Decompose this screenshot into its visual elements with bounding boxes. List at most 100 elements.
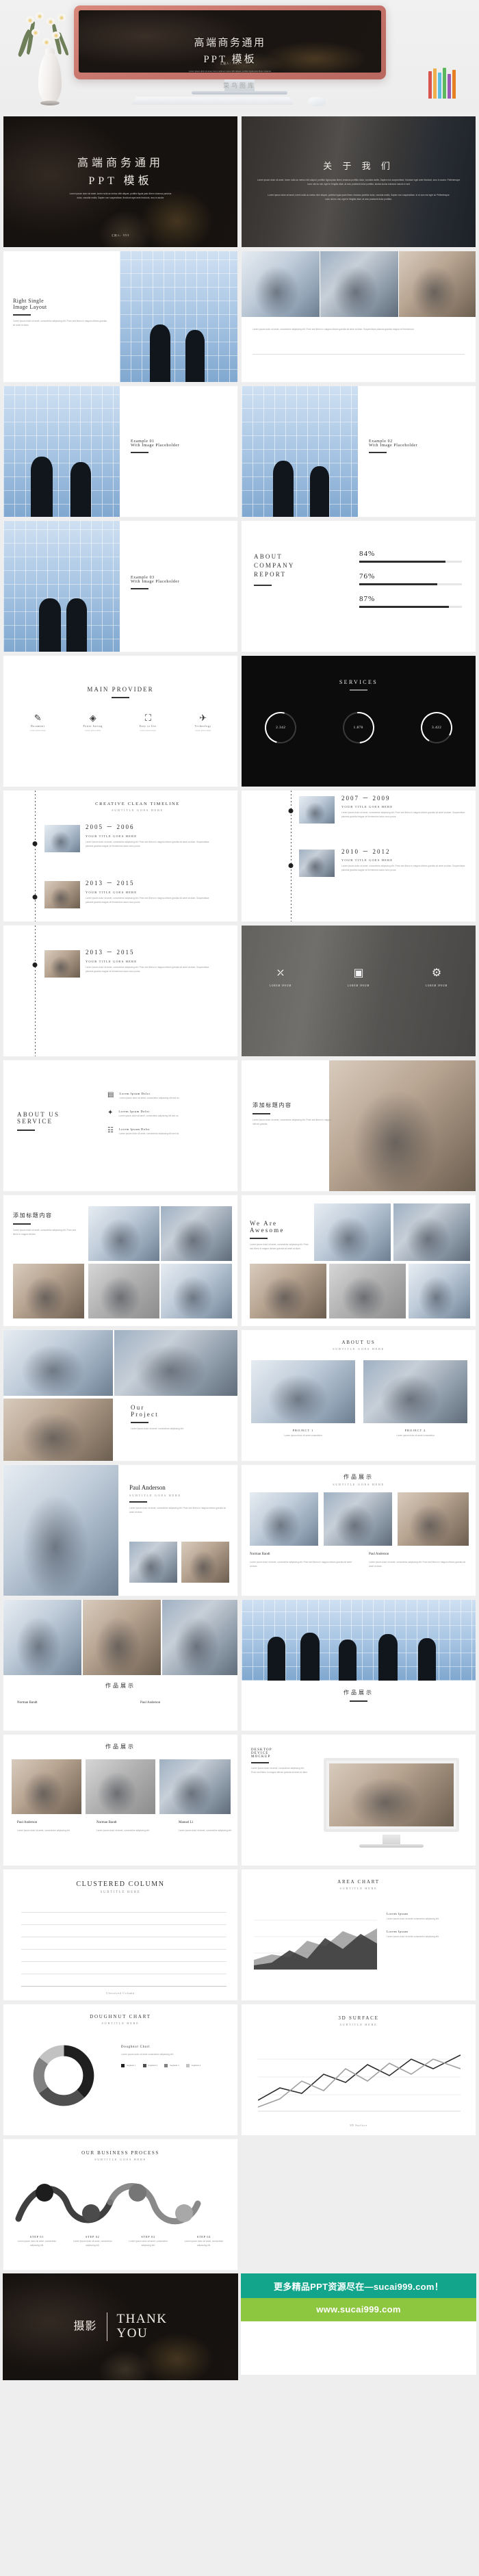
shuffle-icon: ⤫ bbox=[276, 967, 285, 979]
example01-photo bbox=[3, 386, 120, 517]
stat-row-1: 84% bbox=[359, 550, 462, 563]
slide-works-1[interactable]: 作品展示 SUBTITLE GOES HERE Norman Bandt Pau… bbox=[241, 1464, 476, 1596]
slide-works-4[interactable]: 作品展示 Paul Anderson Norman Bandt Manuel L… bbox=[3, 1734, 238, 1866]
list-icon: ▤ bbox=[107, 1091, 114, 1099]
slide-works-3[interactable]: 作品展示 bbox=[241, 1599, 476, 1731]
timeline-r-heading-2: YOUR TITLE GOES HERE bbox=[341, 858, 393, 862]
timeline-r-period-1: 2007 － 2009 bbox=[341, 795, 391, 802]
cover-title-en: PPT 模板 bbox=[88, 175, 153, 187]
provider-item-document[interactable]: ✎ Document Lorem ipsum dolor bbox=[16, 713, 59, 732]
slide-our-project[interactable]: Our Project Lorem ipsum dolor sit amet, … bbox=[3, 1329, 238, 1462]
paul-body: Lorem ipsum dolor sit amet, consectetur … bbox=[129, 1507, 226, 1514]
works-1-name-2: Paul Anderson bbox=[369, 1553, 389, 1556]
project-line-2: Project bbox=[131, 1411, 159, 1418]
grid-photo-5 bbox=[161, 1264, 232, 1318]
services-title: SERVICES bbox=[339, 679, 378, 685]
slide-doughnut-chart[interactable]: DOUGHNUT CHART SUBTITLE HERE Doughnut Ch… bbox=[3, 2004, 238, 2136]
slide-add-title-handshake[interactable]: 添加标题内容 Lorem ipsum dolor sit amet, conse… bbox=[241, 1060, 476, 1192]
slide-right-single-image[interactable]: Right Single Image Layout Lorem ipsum do… bbox=[3, 251, 238, 383]
timeline-r-body-1: Lorem ipsum dolor sit amet, consectetur … bbox=[341, 811, 465, 818]
slide-team-meeting[interactable]: Lorem ipsum dolor sit amet, consectetur … bbox=[241, 251, 476, 383]
provider-item-technology[interactable]: ✈ Technology Lorem ipsum dolor bbox=[182, 713, 224, 732]
works-4-body-2: Lorem ipsum dolor sit amet, consectetur … bbox=[96, 1829, 150, 1832]
promo-banner-green[interactable]: www.sucai999.com bbox=[241, 2298, 476, 2321]
right-single-title: Right Single bbox=[13, 298, 44, 304]
slide-timeline-right[interactable]: 2007 － 2009 YOUR TITLE GOES HERE Lorem i… bbox=[241, 790, 476, 922]
doughnut-legend-label-2: Segment 2 bbox=[148, 2064, 158, 2067]
service-row-1[interactable]: ▤ Lorem Ipsum Dolor Lorem ipsum dolor si… bbox=[107, 1092, 228, 1101]
about-company-line-2: COMPANY bbox=[254, 562, 295, 570]
works-2-photo-3 bbox=[162, 1600, 237, 1675]
slide-example-02[interactable]: Example 02 With Image Placeholder bbox=[241, 385, 476, 518]
slide-timeline-continued[interactable]: 2013 － 2015 YOUR TITLE GOES HERE Lorem i… bbox=[3, 925, 238, 1057]
process-step-2-label: STEP 02 bbox=[86, 2235, 100, 2239]
diamond-icon: ◈ bbox=[89, 713, 96, 723]
process-step-2[interactable]: STEP 02 Lorem ipsum dolor sit amet, cons… bbox=[70, 2235, 115, 2248]
doughnut-legend-item-2: Segment 2 bbox=[142, 2063, 158, 2067]
timeline-heading-1: YOUR TITLE GOES HERE bbox=[86, 834, 138, 838]
slide-services[interactable]: SERVICES 2.342 1.876 3.422 bbox=[241, 655, 476, 787]
sparkle-icon: ✦ bbox=[107, 1108, 114, 1117]
slide-device-mockup[interactable]: DESKTOP DEVICE MOCKUP Lorem ipsum dolor … bbox=[241, 1734, 476, 1866]
mouse bbox=[308, 97, 326, 106]
works-1-photo-1 bbox=[250, 1492, 318, 1546]
slide-about-us[interactable]: 关 于 我 们 Lorem ipsum dolor sit amet, lore… bbox=[241, 116, 476, 248]
service-row-3-body: Lorem ipsum dolor sit amet, consectetur … bbox=[118, 1132, 180, 1135]
slide-dark-icons[interactable]: ⤫ LOREM IPSUM ▣ LOREM IPSUM ⚙ LOREM IPSU… bbox=[241, 925, 476, 1057]
service-ring-2: 1.876 bbox=[336, 705, 381, 750]
slide-we-are-awesome[interactable]: We Are Awesome Lorem ipsum dolor sit ame… bbox=[241, 1195, 476, 1327]
example02-subtitle: With Image Placeholder bbox=[369, 444, 418, 448]
provider-sub-3: Lorem ipsum dolor bbox=[140, 729, 156, 732]
promo-banner-teal[interactable]: 更多精品PPT资源尽在—sucai999.com！ bbox=[241, 2273, 476, 2298]
provider-sub-1: Lorem ipsum dolor bbox=[29, 729, 46, 732]
stat-2-pct: 76% bbox=[359, 572, 376, 581]
slide-add-title-grid[interactable]: 添加标题内容 Lorem ipsum dolor sit amet, conse… bbox=[3, 1195, 238, 1327]
paul-photo-3 bbox=[181, 1542, 229, 1583]
about-company-line-3: REPORT bbox=[254, 571, 287, 578]
slide-about-us-2[interactable]: ABOUT US SUBTITLE GOES HERE PROJECT 1 Lo… bbox=[241, 1329, 476, 1462]
gear-icon: ⚙ bbox=[431, 967, 442, 979]
dark-icon-item-3[interactable]: ⚙ LOREM IPSUM bbox=[415, 967, 458, 988]
slide-main-provider[interactable]: MAIN PROVIDER ✎ Document Lorem ipsum dol… bbox=[3, 655, 238, 787]
flower-vase-decoration bbox=[17, 11, 78, 111]
slide-business-process[interactable]: OUR BUSINESS PROCESS SUBTITLE GOES HERE … bbox=[3, 2139, 238, 2271]
about-us-2-card-1-body: Lorem ipsum dolor sit amet consectetur bbox=[284, 1434, 322, 1437]
slide-paul-anderson[interactable]: Paul Anderson SUBTITLE GOES HERE Lorem i… bbox=[3, 1464, 238, 1596]
timeline-r-photo-2 bbox=[299, 850, 335, 877]
service-row-2[interactable]: ✦ Lorem Ipsum Dolor Lorem ipsum dolor si… bbox=[107, 1108, 228, 1119]
dark-icon-item-2[interactable]: ▣ LOREM IPSUM bbox=[337, 968, 380, 988]
works-1-photo-2 bbox=[324, 1492, 392, 1546]
slide-about-us-service[interactable]: ABOUT US SERVICE ▤ Lorem Ipsum Dolor Lor… bbox=[3, 1060, 238, 1192]
thank-you-cn: 摄影 bbox=[73, 2320, 97, 2332]
monitor-screen: 高端商务通用 PPT 模板 Lorem ipsum dolor sit amet… bbox=[79, 10, 381, 73]
slide-3d-surface[interactable]: 3D SURFACE SUBTITLE HERE 3D Surface bbox=[241, 2004, 476, 2136]
about-us-2-card-2-name: PROJECT 2 bbox=[404, 1429, 426, 1432]
process-step-4[interactable]: STEP 04 Lorem ipsum dolor sit amet, cons… bbox=[181, 2235, 226, 2248]
slide-cover[interactable]: 高端商务通用 PPT 模板 Lorem ipsum dolor sit amet… bbox=[3, 116, 238, 248]
dark-icon-label-3: LOREM IPSUM bbox=[425, 984, 448, 987]
slide-timeline-left[interactable]: CREATIVE CLEAN TIMELINE SUBTITLE GOES HE… bbox=[3, 790, 238, 922]
dark-icon-item-1[interactable]: ⤫ LOREM IPSUM bbox=[259, 967, 302, 988]
doughnut-legend-body: Lorem ipsum dolor sit amet consectetur a… bbox=[121, 2053, 174, 2056]
provider-item-power-saving[interactable]: ◈ Power Saving Lorem ipsum dolor bbox=[72, 713, 114, 732]
stat-row-3: 87% bbox=[359, 595, 462, 608]
service-row-3[interactable]: ☷ Lorem Ipsum Dolor Lorem ipsum dolor si… bbox=[107, 1127, 228, 1136]
add-title-handshake-title: 添加标题内容 bbox=[253, 1102, 292, 1108]
keyboard bbox=[131, 97, 294, 105]
service-row-2-body: Lorem ipsum dolor sit amet, consectetur … bbox=[118, 1114, 179, 1117]
right-single-body: Lorem ipsum dolor sit amet, consectetur … bbox=[13, 320, 107, 327]
slide-example-01[interactable]: Example 01 With Image Placeholder bbox=[3, 385, 238, 518]
process-step-1[interactable]: STEP 01 Lorem ipsum dolor sit amet, cons… bbox=[14, 2235, 60, 2248]
slide-area-chart[interactable]: AREA CHART SUBTITLE HERE Lorem Ipsum Lor… bbox=[241, 1869, 476, 2001]
process-step-3[interactable]: STEP 03 Lorem ipsum dolor sit amet, cons… bbox=[126, 2235, 171, 2248]
slide-about-company-report[interactable]: ABOUT COMPANY REPORT 84% 76% 87% bbox=[241, 520, 476, 652]
ppt-template-preview-page: 高端商务通用 PPT 模板 Lorem ipsum dolor sit amet… bbox=[0, 0, 479, 2383]
process-step-4-body: Lorem ipsum dolor sit amet, consectetur … bbox=[184, 2240, 224, 2247]
slide-works-2[interactable]: 作品展示 Norman Bandt Paul Anderson bbox=[3, 1599, 238, 1731]
slide-clustered-column[interactable]: CLUSTERED COLUMN SUBTITLE HERE Clustered… bbox=[3, 1869, 238, 2001]
slide-thank-you[interactable]: 摄影 THANK YOU bbox=[3, 2273, 238, 2380]
slide-example-03[interactable]: Example 03 With Image Placeholder bbox=[3, 520, 238, 652]
provider-item-easy-to-use[interactable]: ⛶ Easy to Use Lorem ipsum dolor bbox=[127, 713, 169, 732]
project-photo-2 bbox=[114, 1330, 237, 1396]
service-row-3-label: Lorem Ipsum Dolor bbox=[118, 1127, 151, 1131]
